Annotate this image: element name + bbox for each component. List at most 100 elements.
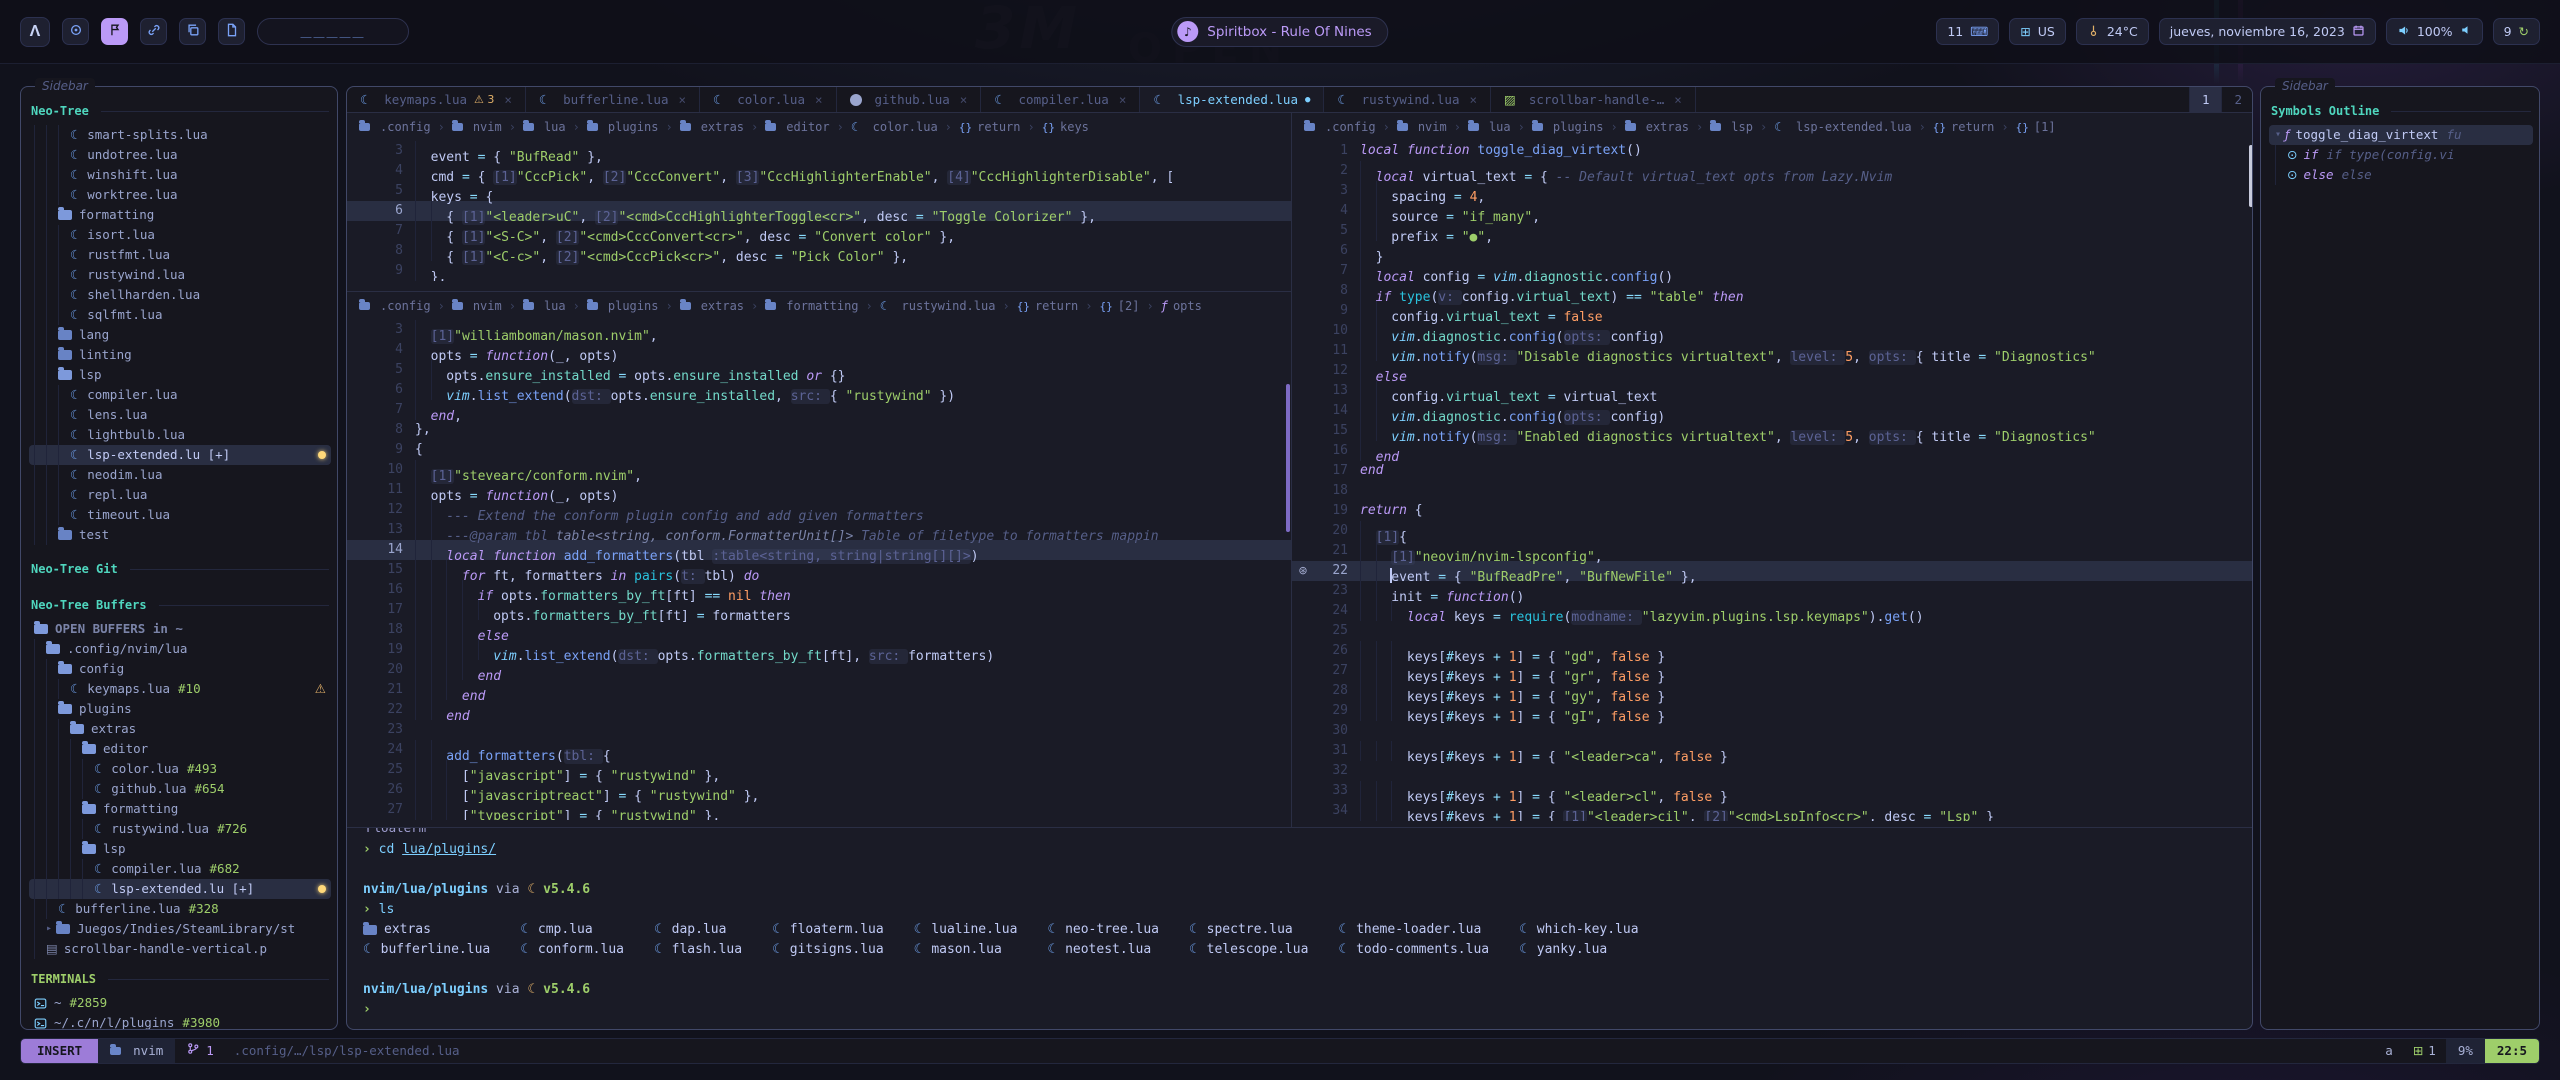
breadcrumb-nvim[interactable]: nvim xyxy=(452,299,502,313)
tree-item-extras[interactable]: extras xyxy=(29,719,331,739)
code-line-27[interactable]: 27["typescript"] = { "rustywind" }, xyxy=(347,800,1291,820)
tree-item-winshift-lua[interactable]: ☾winshift.lua xyxy=(29,165,331,185)
code-line-25[interactable]: 25["javascript"] = { "rustywind" }, xyxy=(347,760,1291,780)
breadcrumb-lua[interactable]: lua xyxy=(523,120,566,134)
tree-item-smart-splits-lua[interactable]: ☾smart-splits.lua xyxy=(29,125,331,145)
file-button[interactable] xyxy=(218,18,245,45)
workspace-flag-button[interactable] xyxy=(101,18,128,45)
close-icon[interactable]: × xyxy=(960,92,968,107)
breadcrumb-nvim[interactable]: nvim xyxy=(1397,120,1447,134)
breadcrumb-lua[interactable]: lua xyxy=(1468,120,1511,134)
neotree-buffers-section-header[interactable]: Neo-Tree Buffers xyxy=(31,595,329,615)
breadcrumb-config[interactable]: .config xyxy=(1304,120,1376,134)
code-line-29[interactable]: 29keys[#keys + 1] = { "gI", false } xyxy=(1292,701,2252,721)
code-line-15[interactable]: 15vim.notify(msg: "Enabled diagnostics v… xyxy=(1292,421,2252,441)
breadcrumb-2[interactable]: {}[2] xyxy=(1100,299,1140,313)
code-line-33[interactable]: 33keys[#keys + 1] = { "<leader>cl", fals… xyxy=(1292,781,2252,801)
code-line-22[interactable]: ⊛22event = { "BufReadPre", "BufNewFile" … xyxy=(1292,561,2252,581)
breadcrumb-plugins[interactable]: plugins xyxy=(587,120,659,134)
code-line-17[interactable]: 17opts.formatters_by_ft[ft] = formatters xyxy=(347,600,1291,620)
tabpage-2[interactable]: 2 xyxy=(2221,87,2252,112)
breadcrumb-lsp[interactable]: lsp xyxy=(1710,120,1753,134)
scrollbar[interactable] xyxy=(2249,145,2252,207)
tree-item-linting[interactable]: linting xyxy=(29,345,331,365)
tree-item-lens-lua[interactable]: ☾lens.lua xyxy=(29,405,331,425)
breadcrumb-lsp-extended-lua[interactable]: ☾lsp-extended.lua xyxy=(1774,120,1911,134)
code-line-24[interactable]: 24add_formatters(tbl: { xyxy=(347,740,1291,760)
code-line-18[interactable]: 18else xyxy=(347,620,1291,640)
tree-item-scrollbar-handle-vertical-p[interactable]: ▤scrollbar-handle-vertical.p xyxy=(29,939,331,959)
code-line-34[interactable]: 34keys[#keys + 1] = { [1]"<leader>cil", … xyxy=(1292,801,2252,821)
code-line-23[interactable]: 23init = function() xyxy=(1292,581,2252,601)
code-line-19[interactable]: 19vim.list_extend(dst: opts.formatters_b… xyxy=(347,640,1291,660)
tree-item-compiler-lua[interactable]: ☾compiler.lua#682 xyxy=(29,859,331,879)
code-line-17[interactable]: 17end xyxy=(1292,461,2252,481)
topbar-command-input[interactable]: ＿＿＿＿＿ xyxy=(257,18,409,45)
tab-scrollbar-handle[interactable]: ▨scrollbar-handle-…× xyxy=(1491,87,1696,112)
breadcrumb-formatting[interactable]: formatting xyxy=(765,299,858,313)
breadcrumb-plugins[interactable]: plugins xyxy=(1532,120,1604,134)
close-icon[interactable]: × xyxy=(1119,92,1127,107)
code-line-9[interactable]: 9config.virtual_text = false xyxy=(1292,301,2252,321)
breadcrumb-return[interactable]: {}return xyxy=(959,120,1021,134)
code-line-5[interactable]: 5prefix = "●", xyxy=(1292,221,2252,241)
tab-bufferline-lua[interactable]: ☾bufferline.lua× xyxy=(526,87,700,112)
temperature-indicator[interactable]: 24°C xyxy=(2076,18,2149,45)
tree-item-github-lua[interactable]: ☾github.lua#654 xyxy=(29,779,331,799)
tree-item-lsp-extended-lu[interactable]: ☾lsp-extended.lu [+] xyxy=(29,879,331,899)
music-widget[interactable]: ♪ Spiritbox - Rule Of Nines xyxy=(1171,17,1388,47)
tab-github-lua[interactable]: github.lua× xyxy=(837,87,982,112)
breadcrumb-keys[interactable]: {}keys xyxy=(1042,120,1089,134)
code-line-28[interactable]: 28keys[#keys + 1] = { "gy", false } xyxy=(1292,681,2252,701)
code-line-18[interactable]: 18 xyxy=(1292,481,2252,501)
code-line-16[interactable]: 16if opts.formatters_by_ft[ft] == nil th… xyxy=(347,580,1291,600)
tab-compiler-lua[interactable]: ☾compiler.lua× xyxy=(981,87,1140,112)
code-line-3[interactable]: 3[1]"williamboman/mason.nvim", xyxy=(347,320,1291,340)
count-keyboard-indicator[interactable]: 11 ⌨ xyxy=(1936,18,1999,45)
code-line-20[interactable]: 20[1]{ xyxy=(1292,521,2252,541)
code-line-14[interactable]: 14vim.diagnostic.config(opts: config) xyxy=(1292,401,2252,421)
breadcrumb-color-lua[interactable]: ☾color.lua xyxy=(851,120,938,134)
tree-item-rustywind-lua[interactable]: ☾rustywind.lua xyxy=(29,265,331,285)
code-line-12[interactable]: 12--- Extend the conform plugin config a… xyxy=(347,500,1291,520)
updates-indicator[interactable]: 9 ↻ xyxy=(2493,18,2540,45)
tree-item-timeout-lua[interactable]: ☾timeout.lua xyxy=(29,505,331,525)
code-line-24[interactable]: 24local keys = require(modname: "lazyvim… xyxy=(1292,601,2252,621)
tree-item-sqlfmt-lua[interactable]: ☾sqlfmt.lua xyxy=(29,305,331,325)
tree-item-c-n-l-plugins[interactable]: ~/.c/n/l/plugins#3980 xyxy=(29,1013,331,1029)
code-line-7[interactable]: 7{ [1]"<S-C>", [2]"<cmd>CccConvert<cr>",… xyxy=(347,221,1291,241)
copy-button[interactable] xyxy=(179,18,206,45)
tree-item-rustywind-lua[interactable]: ☾rustywind.lua#726 xyxy=(29,819,331,839)
breadcrumb-return[interactable]: {}return xyxy=(1017,299,1079,313)
neotree-git-section-header[interactable]: Neo-Tree Git xyxy=(31,559,329,579)
tree-item-formatting[interactable]: formatting xyxy=(29,799,331,819)
tree-item-lsp[interactable]: lsp xyxy=(29,839,331,859)
tabpage-1[interactable]: 1 xyxy=(2189,87,2222,112)
cwd-segment[interactable]: nvim xyxy=(98,1039,175,1063)
code-line-10[interactable]: 10[1]"stevearc/conform.nvim", xyxy=(347,460,1291,480)
breadcrumb-1[interactable]: {}[1] xyxy=(2016,120,2056,134)
tree-item-formatting[interactable]: formatting xyxy=(29,205,331,225)
code-line-4[interactable]: 4source = "if_many", xyxy=(1292,201,2252,221)
breadcrumb-extras[interactable]: extras xyxy=(680,120,744,134)
code-line-26[interactable]: 26keys[#keys + 1] = { "gd", false } xyxy=(1292,641,2252,661)
status-circle-button[interactable] xyxy=(62,18,89,45)
tree-item-shellharden-lua[interactable]: ☾shellharden.lua xyxy=(29,285,331,305)
launcher-button[interactable]: Λ xyxy=(20,17,50,47)
breadcrumb-opts[interactable]: ƒopts xyxy=(1161,299,1202,313)
tree-item-lsp[interactable]: lsp xyxy=(29,365,331,385)
symbol-if[interactable]: ⊙ifif type(config.vi xyxy=(2269,145,2533,165)
code-line-3[interactable]: 3event = { "BufRead" }, xyxy=(347,141,1291,161)
code-line-22[interactable]: 22end xyxy=(347,700,1291,720)
keyboard-layout-indicator[interactable]: ⊞ US xyxy=(2009,18,2066,45)
git-segment[interactable]: 1 xyxy=(175,1039,226,1063)
tree-item-compiler-lua[interactable]: ☾compiler.lua xyxy=(29,385,331,405)
code-line-1[interactable]: 1local function toggle_diag_virtext() xyxy=(1292,141,2252,161)
tree-item-open-buffers-in[interactable]: OPEN BUFFERS in ~ xyxy=(29,619,331,639)
tab-count-indicator[interactable]: ⊞ 1 xyxy=(2403,1039,2446,1063)
code-line-19[interactable]: 19return { xyxy=(1292,501,2252,521)
tab-color-lua[interactable]: ☾color.lua× xyxy=(700,87,836,112)
neotree-section-header[interactable]: Neo-Tree xyxy=(31,101,329,121)
link-button[interactable] xyxy=(140,18,167,45)
code-line-4[interactable]: 4opts = function(_, opts) xyxy=(347,340,1291,360)
